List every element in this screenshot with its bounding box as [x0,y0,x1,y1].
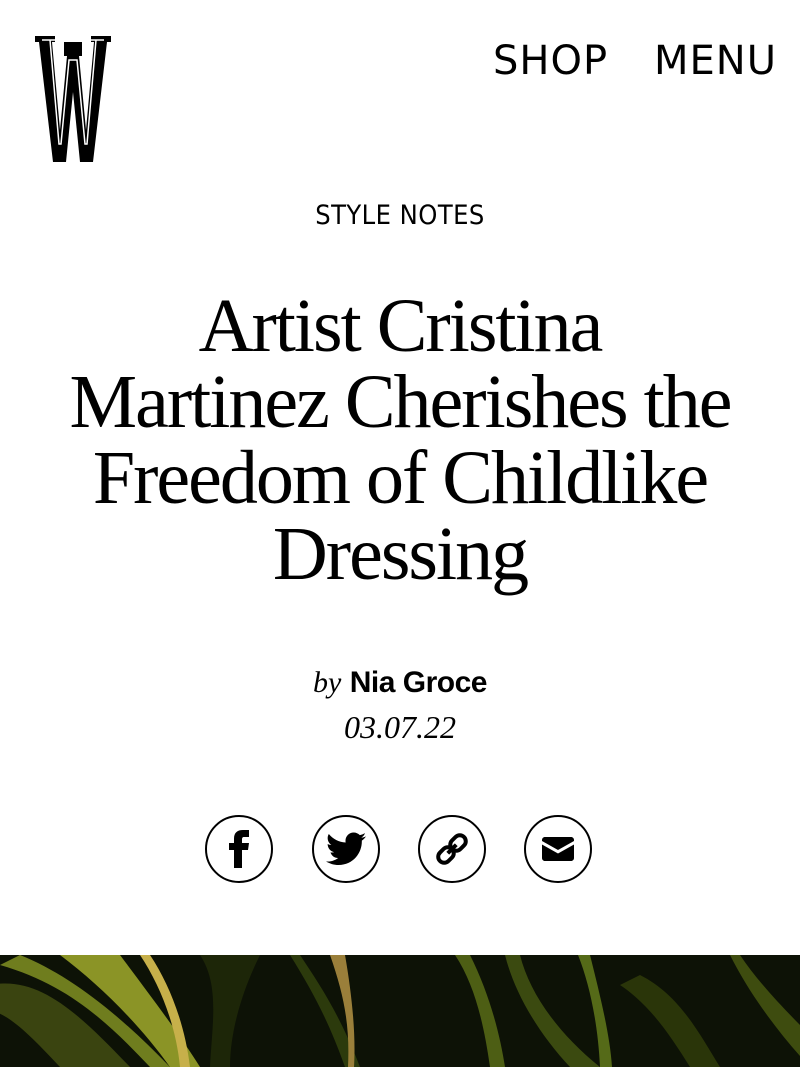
author-link[interactable]: Nia Groce [350,666,488,699]
shop-link[interactable]: SHOP [493,38,608,84]
article-category[interactable]: STYLE NOTES [40,200,760,231]
palm-leaves-image [0,955,800,1067]
share-twitter-button[interactable] [312,815,380,883]
share-link-button[interactable] [418,815,486,883]
email-icon [542,837,574,861]
twitter-icon [326,832,366,865]
publish-date: 03.07.22 [344,709,456,745]
title-line: Artist Cristina [198,284,604,368]
facebook-icon [229,830,249,868]
w-logo[interactable] [33,34,113,164]
share-email-button[interactable] [524,815,592,883]
hero-image [0,955,800,1067]
title-line: Dressing [272,512,529,596]
title-line: Martinez Cherishes the [69,360,733,444]
link-icon [436,833,468,865]
title-line: Freedom of Childlike [92,436,709,520]
byline-prefix: by [313,666,342,699]
article-title: Artist Cristina Martinez Cherishes the F… [20,288,780,592]
byline: by Nia Groce [0,666,800,700]
site-header: SHOP MENU [0,0,800,180]
menu-button[interactable]: MENU [654,38,777,84]
share-facebook-button[interactable] [205,815,273,883]
